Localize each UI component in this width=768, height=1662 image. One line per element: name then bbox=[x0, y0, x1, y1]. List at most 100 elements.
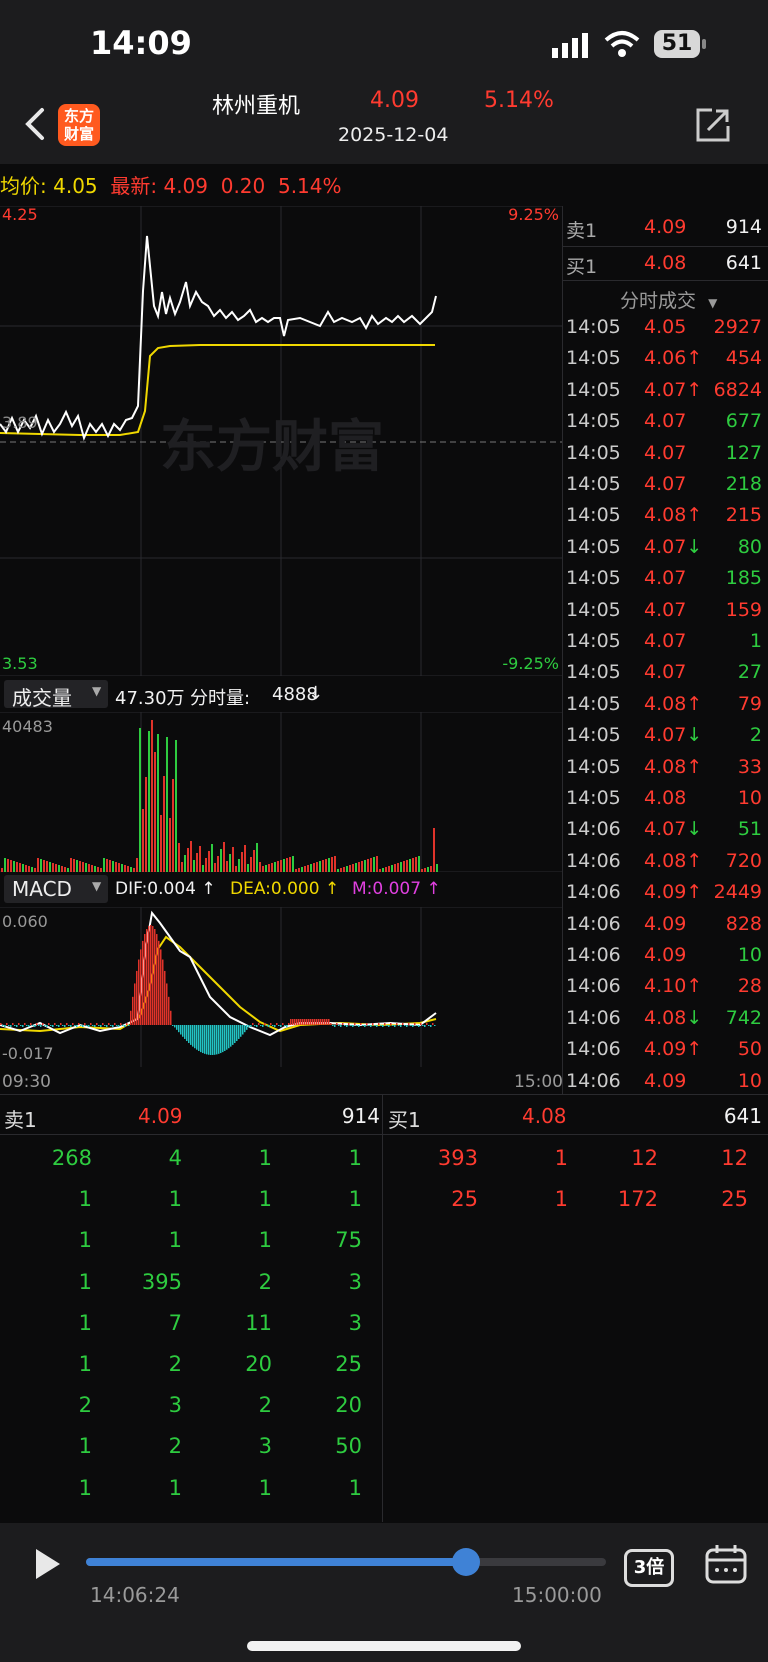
ticks-tab[interactable]: 分时成交 ▼ bbox=[620, 286, 717, 313]
macd-bar bbox=[266, 1025, 268, 1026]
progress-handle[interactable] bbox=[451, 1548, 480, 1576]
macd-bar bbox=[202, 1025, 204, 1054]
volume-bar bbox=[190, 841, 192, 872]
tick-time: 14:06 bbox=[566, 912, 621, 935]
macd-bar bbox=[144, 934, 146, 1025]
macd-bar bbox=[32, 1025, 34, 1026]
volume-bar bbox=[334, 856, 336, 872]
macd-bar bbox=[248, 1025, 250, 1028]
macd-bar bbox=[36, 1023, 38, 1025]
macd-bar bbox=[350, 1025, 352, 1026]
volume-bar bbox=[91, 865, 93, 872]
macd-bar bbox=[372, 1023, 374, 1025]
calendar-icon[interactable] bbox=[704, 1543, 748, 1585]
right-sell-price: 4.09 bbox=[644, 216, 687, 238]
tick-row: 14:06 4.08↑ 720 bbox=[566, 850, 762, 880]
back-arrow-icon[interactable] bbox=[22, 104, 52, 144]
macd-bar bbox=[328, 1019, 330, 1025]
volume-bar bbox=[139, 728, 141, 872]
tick-price: 4.07 bbox=[644, 473, 687, 495]
macd-bar bbox=[400, 1025, 402, 1027]
indicator-selector[interactable]: MACD ▼ bbox=[4, 875, 108, 903]
tick-time: 14:05 bbox=[566, 598, 621, 621]
macd-dea: DEA:0.000 ↑ bbox=[230, 879, 340, 899]
volume-bar bbox=[175, 740, 177, 872]
macd-bar bbox=[292, 1019, 294, 1025]
tick-volume: 454 bbox=[725, 347, 762, 370]
queue-order-size: 20 bbox=[335, 1393, 362, 1418]
macd-chart[interactable]: 0.060 -0.017 bbox=[0, 907, 562, 1067]
macd-bar bbox=[236, 1025, 238, 1042]
macd-bar bbox=[396, 1023, 398, 1025]
volume-bar bbox=[31, 867, 33, 872]
volume-selector[interactable]: 成交量 ▼ bbox=[4, 680, 108, 710]
volume-bar bbox=[28, 866, 30, 872]
macd-bar bbox=[408, 1023, 410, 1025]
macd-bar bbox=[322, 1019, 324, 1025]
progress-fill bbox=[86, 1558, 466, 1566]
volume-bar bbox=[373, 857, 375, 872]
macd-bar bbox=[162, 959, 164, 1025]
tick-time: 14:05 bbox=[566, 504, 621, 527]
volume-bar bbox=[127, 866, 129, 872]
volume-bar bbox=[253, 850, 255, 872]
tick-volume: 215 bbox=[725, 504, 762, 527]
macd-bar bbox=[422, 1025, 424, 1026]
macd-bar bbox=[140, 949, 142, 1025]
macd-bar bbox=[48, 1023, 50, 1025]
macd-bar bbox=[380, 1025, 382, 1026]
volume-bar bbox=[73, 859, 75, 872]
macd-bar bbox=[138, 959, 140, 1025]
macd-bar bbox=[110, 1025, 112, 1026]
tick-time: 14:06 bbox=[566, 849, 621, 872]
queue-order-size: 75 bbox=[335, 1228, 362, 1253]
queue-order-size: 2 bbox=[168, 1352, 182, 1376]
depth-sell-volume: 914 bbox=[341, 1104, 380, 1128]
macd-bar bbox=[50, 1025, 52, 1026]
volume-bar bbox=[106, 859, 108, 872]
tick-time: 14:06 bbox=[566, 1006, 621, 1029]
volume-bar bbox=[430, 866, 432, 872]
share-icon[interactable] bbox=[694, 106, 732, 144]
macd-bar bbox=[104, 1025, 106, 1026]
tick-volume: 2927 bbox=[713, 316, 762, 338]
tick-row: 14:06 4.09 10 bbox=[566, 1070, 762, 1100]
tick-time: 14:06 bbox=[566, 1038, 621, 1061]
macd-bar bbox=[134, 983, 136, 1025]
macd-bar bbox=[154, 929, 156, 1025]
volume-bar bbox=[259, 862, 261, 872]
macd-bar bbox=[290, 1019, 292, 1025]
macd-bar bbox=[156, 934, 158, 1025]
macd-bar bbox=[402, 1023, 404, 1025]
tick-row: 14:05 4.07 185 bbox=[566, 567, 762, 597]
macd-bar bbox=[282, 1023, 284, 1025]
tick-price: 4.08↑ bbox=[644, 755, 703, 778]
queue-order-size: 1 bbox=[168, 1475, 182, 1500]
volume-chart[interactable]: 40483 bbox=[0, 712, 562, 872]
tick-row: 14:05 4.07 677 bbox=[566, 410, 762, 440]
tick-price: 4.07 bbox=[644, 567, 687, 590]
intraday-price-chart[interactable]: 东方财富 4.25 3.89 3.53 9.25% -9.25% bbox=[0, 206, 562, 676]
price-info-row: 均价: 4.05 最新: 4.09 0.20 5.14% bbox=[0, 170, 342, 199]
tick-volume: 127 bbox=[725, 441, 762, 464]
volume-bar bbox=[22, 864, 24, 872]
speed-button[interactable]: 3倍 bbox=[624, 1549, 674, 1587]
volume-bar bbox=[115, 862, 117, 872]
volume-bar bbox=[202, 865, 204, 872]
macd-bar bbox=[268, 1025, 270, 1027]
tick-volume: 10 bbox=[737, 944, 762, 966]
volume-bar bbox=[340, 868, 342, 872]
tick-volume: 742 bbox=[725, 1006, 762, 1029]
volume-bar bbox=[229, 854, 231, 872]
macd-bar bbox=[404, 1025, 406, 1026]
volume-bar bbox=[49, 862, 51, 872]
volume-bar bbox=[184, 855, 186, 872]
macd-bar bbox=[212, 1025, 214, 1055]
tick-volume: 720 bbox=[725, 849, 762, 872]
volume-bar bbox=[25, 865, 27, 872]
macd-bar bbox=[130, 1010, 132, 1025]
macd-bar bbox=[142, 940, 144, 1025]
play-icon[interactable] bbox=[34, 1547, 62, 1581]
tick-time: 14:05 bbox=[566, 441, 621, 464]
tick-time: 14:06 bbox=[566, 881, 621, 904]
